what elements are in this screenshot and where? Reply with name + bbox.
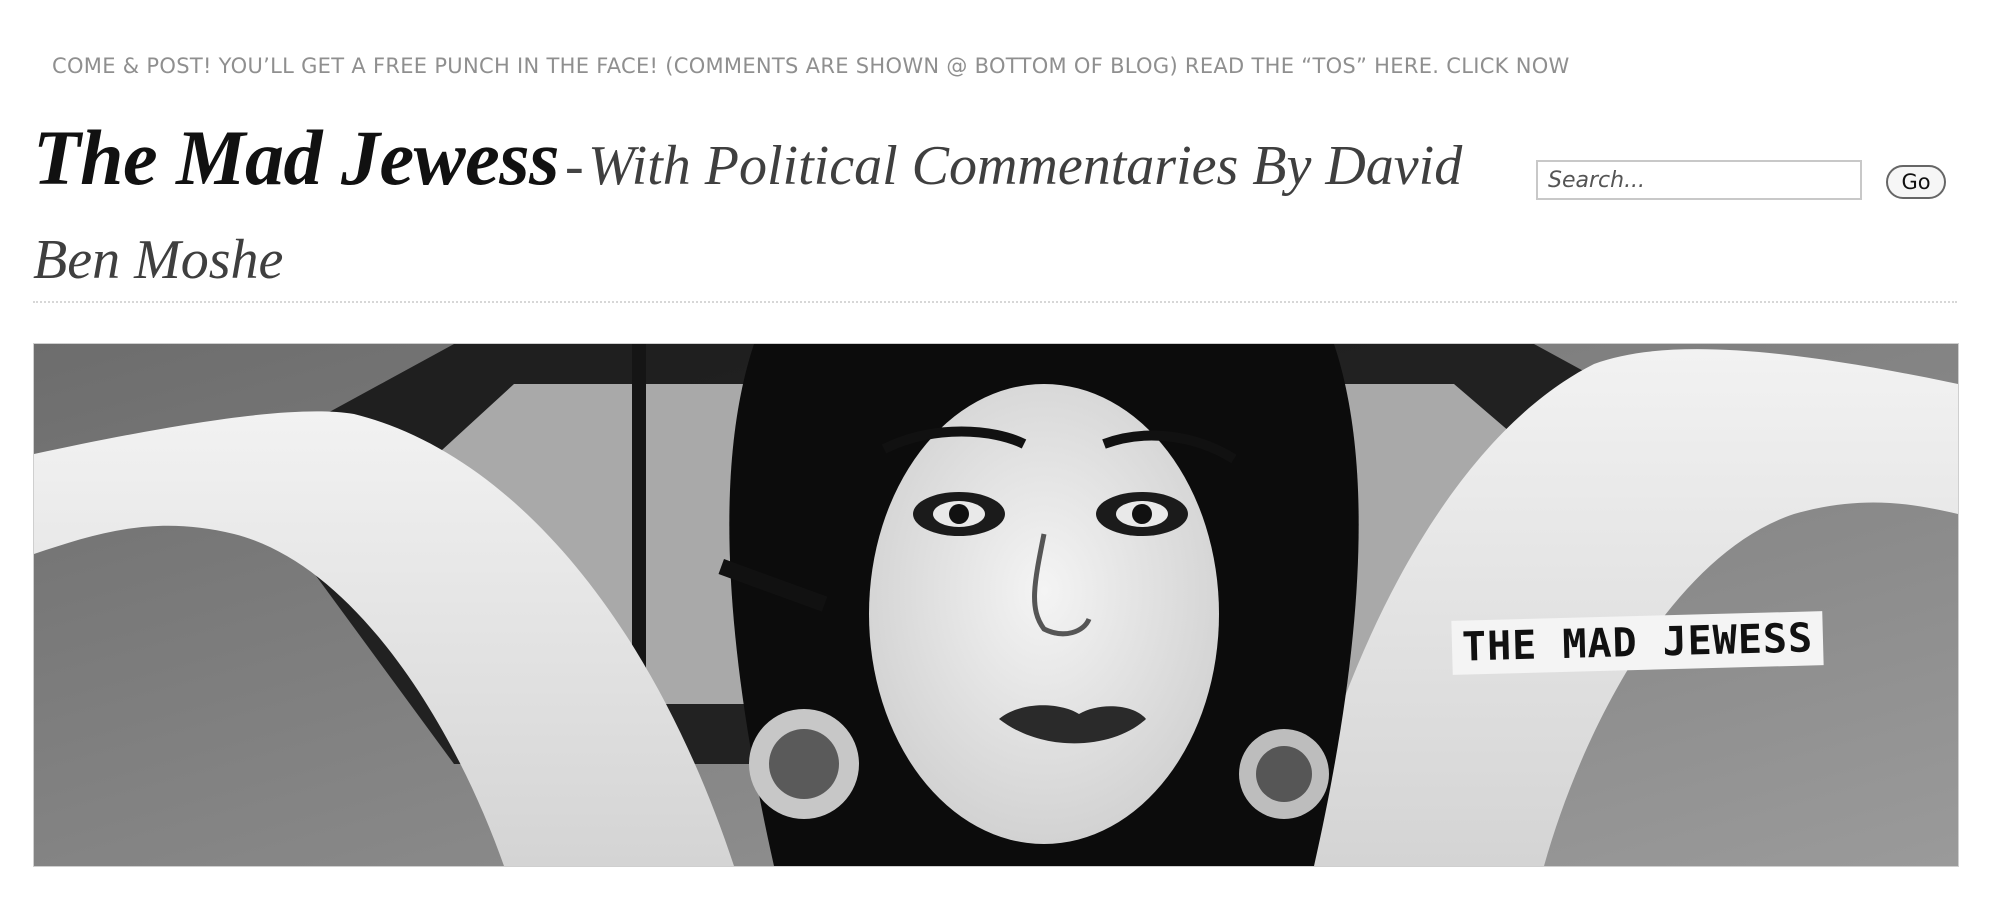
banner-photo [34,344,1958,866]
site-headline: The Mad Jewess - With Political Commentar… [33,118,1513,314]
site-title[interactable]: The Mad Jewess [33,114,559,201]
banner-label: THE MAD JEWESS [1451,611,1824,675]
search-input[interactable] [1536,160,1862,200]
top-announcement-bar: COME & POST! YOU’LL GET A FREE PUNCH IN … [52,54,1570,78]
header-banner-image[interactable]: THE MAD JEWESS [33,343,1959,867]
header-divider [33,301,1957,303]
search-form: Go [1536,160,1946,200]
site-header: The Mad Jewess - With Political Commentar… [33,118,1513,314]
title-separator: - [564,135,584,197]
announcement-link[interactable]: COME & POST! YOU’LL GET A FREE PUNCH IN … [52,54,1570,78]
search-go-button[interactable]: Go [1886,165,1946,199]
